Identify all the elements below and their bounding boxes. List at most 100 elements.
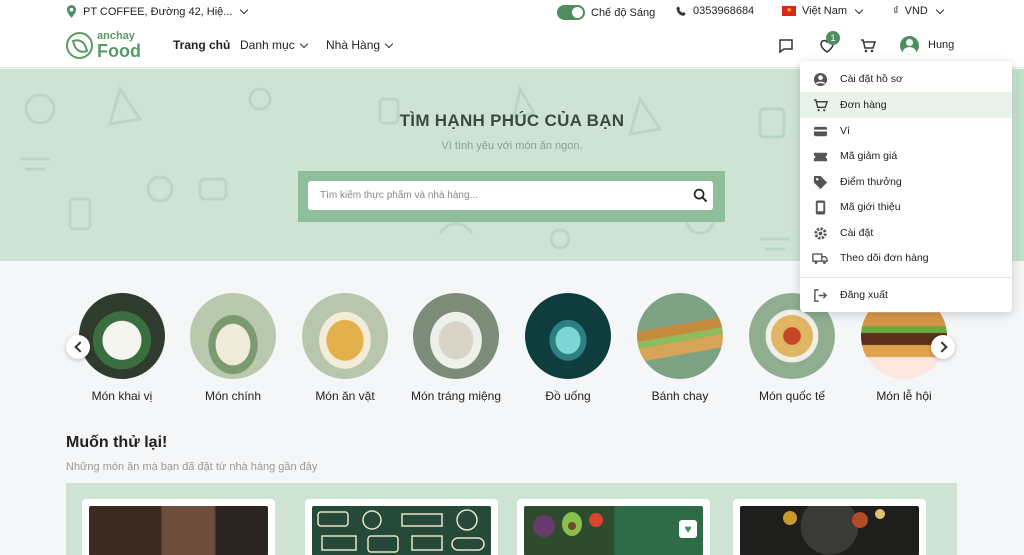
restaurant-image: ♥ <box>524 506 703 555</box>
favorite-heart-icon[interactable]: ♥ <box>679 520 697 538</box>
account-dropdown: Cài đặt hồ sơ Đơn hàng Ví Mã giảm giá Đi… <box>800 61 1012 312</box>
user-avatar[interactable] <box>900 36 919 55</box>
leaf-logo-icon <box>66 32 93 59</box>
wallet-icon <box>812 123 828 139</box>
theme-toggle[interactable]: Chế độ Sáng <box>557 5 655 20</box>
restaurant-image <box>89 506 268 555</box>
category-label: Món quốc tế <box>758 389 826 403</box>
search-frame <box>298 171 725 222</box>
drink-image <box>525 293 611 379</box>
gear-icon <box>812 225 828 241</box>
chat-icon[interactable] <box>777 37 795 55</box>
healthy-food-poster <box>317 509 485 553</box>
user-circle-icon <box>812 71 828 87</box>
section-subtitle: Những món ăn mà bạn đã đặt từ nhà hàng g… <box>66 461 318 473</box>
category-label: Bánh chay <box>651 389 709 403</box>
restaurant-image <box>312 506 491 555</box>
menu-item-label: Mã giảm giá <box>840 150 898 162</box>
currency-label: VND <box>904 5 928 17</box>
menu-item-label: Ví <box>840 125 850 137</box>
brand-name-bottom: Food <box>97 41 141 61</box>
appetizer-image <box>79 293 165 379</box>
restaurant-card[interactable] <box>82 499 275 555</box>
chevron-down-icon <box>240 5 249 15</box>
menu-divider <box>800 277 1012 278</box>
menu-item-label: Theo dõi đơn hàng <box>840 252 929 264</box>
menu-item-profile-settings[interactable]: Cài đặt hồ sơ <box>800 66 1012 92</box>
recent-restaurants: ♥ <box>66 483 957 555</box>
theme-label: Chế độ Sáng <box>591 6 656 19</box>
category-label: Món lễ hội <box>876 389 932 403</box>
category-item[interactable]: Bánh chay <box>624 293 736 403</box>
category-label: Món tráng miệng <box>410 389 502 403</box>
menu-item-coupons[interactable]: Mã giảm giá <box>800 143 1012 169</box>
category-item[interactable]: Món tráng miệng <box>400 293 512 403</box>
menu-item-referral-code[interactable]: Mã giới thiệu <box>800 194 1012 220</box>
menu-item-track-order[interactable]: Theo dõi đơn hàng <box>800 245 1012 271</box>
menu-item-label: Đơn hàng <box>840 99 887 111</box>
menu-item-label: Mã giới thiệu <box>840 201 901 213</box>
nav-categories-label: Danh mục <box>240 38 295 52</box>
menu-item-label: Điểm thưởng <box>840 176 902 188</box>
restaurant-card[interactable] <box>733 499 926 555</box>
carousel-next-button[interactable] <box>931 335 955 359</box>
dessert-image <box>413 293 499 379</box>
carousel-prev-button[interactable] <box>66 335 90 359</box>
tag-icon <box>812 174 828 190</box>
category-item[interactable]: Món ăn vặt <box>289 293 401 403</box>
category-item[interactable]: Đồ uống <box>512 293 624 403</box>
nav-home[interactable]: Trang chủ <box>173 38 230 52</box>
category-label: Món chính <box>204 389 262 403</box>
category-label: Món ăn vặt <box>315 389 375 403</box>
logout-icon <box>812 287 828 303</box>
brand-logo[interactable]: anchay Food <box>66 31 141 60</box>
phone-icon <box>676 5 686 16</box>
vegetables-photo <box>533 512 603 537</box>
menu-item-reward-points[interactable]: Điểm thưởng <box>800 169 1012 195</box>
nav-home-label: Trang chủ <box>173 38 231 52</box>
currency-selector[interactable]: ₫ VND <box>893 5 945 17</box>
menu-item-orders[interactable]: Đơn hàng <box>800 92 1012 118</box>
nav-categories[interactable]: Danh mục <box>240 38 308 52</box>
main-dish-image <box>190 293 276 379</box>
phone-contact[interactable]: 0353968684 <box>676 5 754 17</box>
vietnam-flag-icon <box>782 6 796 16</box>
section-title: Muốn thử lại! <box>66 434 168 451</box>
theme-switch[interactable] <box>557 5 585 20</box>
category-label: Món khai vị <box>91 389 153 403</box>
search-icon[interactable] <box>693 188 708 203</box>
coupon-icon <box>812 148 828 164</box>
category-item[interactable]: Món chính <box>177 293 289 403</box>
spices-photo <box>783 509 885 528</box>
chevron-down-icon <box>854 5 864 14</box>
delivery-address-selector[interactable]: PT COFFEE, Đường 42, Hiệ... <box>66 5 249 18</box>
menu-item-label: Cài đặt hồ sơ <box>840 73 903 85</box>
restaurant-card[interactable] <box>305 499 498 555</box>
nav-restaurants[interactable]: Nhà Hàng <box>326 38 394 52</box>
menu-item-label: Cài đặt <box>840 227 874 239</box>
currency-symbol: ₫ <box>893 5 899 17</box>
language-selector[interactable]: Việt Nam <box>782 5 864 17</box>
search-input[interactable] <box>320 181 680 210</box>
username[interactable]: Hung <box>928 39 954 51</box>
chevron-down-icon <box>384 39 394 48</box>
restaurant-card[interactable]: ♥ <box>517 499 710 555</box>
logout-label: Đăng xuất <box>840 289 888 301</box>
category-label: Đồ uống <box>545 389 591 403</box>
wishlist-count-badge: 1 <box>826 31 840 45</box>
top-bar: PT COFFEE, Đường 42, Hiệ... Chế độ Sáng … <box>0 0 1024 25</box>
menu-item-logout[interactable]: Đăng xuất <box>800 282 1012 308</box>
location-pin-icon <box>66 5 77 18</box>
snack-image <box>302 293 388 379</box>
address-text: PT COFFEE, Đường 42, Hiệ... <box>83 5 233 18</box>
phone-share-icon <box>812 199 828 215</box>
menu-item-wallet[interactable]: Ví <box>800 118 1012 144</box>
truck-icon <box>812 250 828 266</box>
menu-item-settings[interactable]: Cài đặt <box>800 220 1012 246</box>
phone-number: 0353968684 <box>693 5 755 17</box>
search-box <box>308 181 713 210</box>
cart-icon[interactable] <box>859 37 877 55</box>
hero-edge-strip <box>1016 69 1024 261</box>
cart-icon <box>812 97 828 113</box>
nav-restaurants-label: Nhà Hàng <box>326 38 381 52</box>
